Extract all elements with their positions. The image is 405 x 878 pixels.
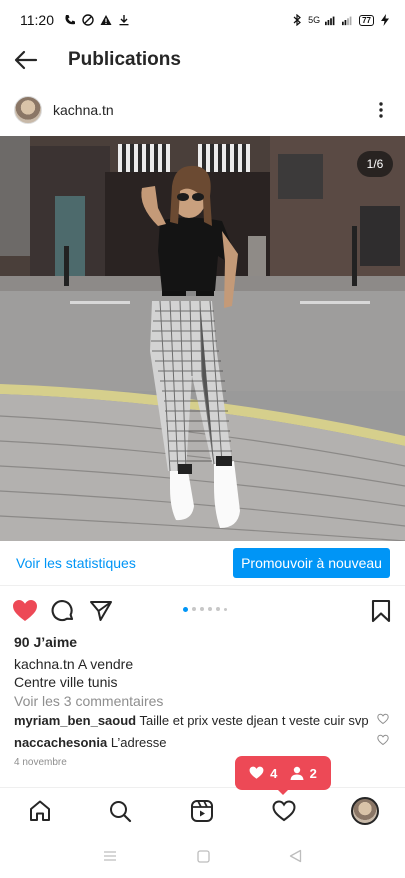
arrow-left-icon	[14, 50, 38, 70]
app-header: Publications	[0, 40, 405, 80]
action-bar	[0, 592, 405, 628]
phone-icon	[64, 14, 76, 26]
save-button[interactable]	[368, 598, 394, 624]
likes-notification-count: 4	[270, 765, 278, 781]
network-label: 5G	[308, 15, 321, 25]
carousel-dot	[183, 606, 188, 612]
square-icon	[196, 849, 210, 863]
view-comments-link[interactable]: Voir les 3 commentaires	[14, 693, 163, 709]
heart-filled-icon	[13, 600, 37, 621]
carousel-dot	[224, 607, 227, 611]
charging-icon	[379, 14, 391, 26]
carousel-dot	[216, 607, 220, 611]
avatar	[351, 797, 379, 825]
status-bar: 11:20 5G 77	[0, 0, 405, 40]
image-counter: 1/6	[357, 151, 393, 177]
view-insights-link[interactable]: Voir les statistiques	[16, 555, 136, 571]
speech-bubble-icon	[51, 600, 74, 622]
avatar[interactable]	[14, 96, 42, 124]
caption-text-line2: Centre ville tunis	[14, 674, 118, 690]
status-right: 5G 77	[291, 14, 391, 26]
search-icon	[110, 801, 132, 823]
back-system-button[interactable]	[287, 848, 303, 864]
signal-icon	[325, 14, 337, 26]
heart-outline-icon[interactable]	[377, 734, 389, 746]
bookmark-icon	[371, 599, 391, 623]
reels-icon	[191, 800, 213, 822]
post-photo[interactable]: 1/6	[0, 136, 405, 541]
person-icon	[290, 766, 304, 780]
comment-text: Taille et prix veste djean t veste cuir …	[139, 713, 369, 728]
comment-text: L’adresse	[110, 735, 167, 750]
comment-row: naccachesonia L’adresse	[14, 735, 369, 750]
post-header: kachna.tn	[0, 90, 405, 130]
back-button[interactable]	[0, 40, 52, 80]
status-left: 11:20	[20, 12, 130, 28]
system-navigation-bar	[0, 836, 405, 878]
status-time: 11:20	[20, 12, 54, 28]
heart-outline-icon	[272, 800, 296, 822]
comment-row: myriam_ben_saoud Taille et prix veste dj…	[14, 713, 369, 728]
signal-2-icon	[342, 14, 354, 26]
comment-username[interactable]: myriam_ben_saoud	[14, 713, 136, 728]
home-system-button[interactable]	[195, 848, 211, 864]
more-options-button[interactable]	[371, 100, 391, 120]
carousel-dots	[183, 606, 227, 612]
carousel-dot	[192, 607, 196, 611]
home-icon	[30, 800, 50, 821]
share-button[interactable]	[88, 598, 114, 624]
promote-again-button[interactable]: Promouvoir à nouveau	[233, 548, 390, 578]
vertical-ellipsis-icon	[379, 102, 383, 118]
nav-search[interactable]	[107, 798, 133, 824]
carousel-dot	[200, 607, 204, 611]
caption-username[interactable]: kachna.tn	[14, 656, 75, 672]
post-username[interactable]: kachna.tn	[53, 102, 114, 118]
followers-notification-count: 2	[309, 765, 317, 781]
heart-filled-icon	[249, 766, 264, 779]
bottom-navigation	[0, 787, 405, 832]
page-title: Publications	[68, 49, 181, 70]
post-caption: kachna.tn A vendre Centre ville tunis	[14, 655, 374, 691]
comment-button[interactable]	[50, 598, 76, 624]
insights-row: Voir les statistiques Promouvoir à nouve…	[0, 541, 405, 586]
likes-count[interactable]: 90 J’aime	[14, 634, 77, 650]
street-photo-illustration	[0, 136, 405, 541]
nav-home[interactable]	[27, 798, 53, 824]
no-disturb-icon	[82, 14, 94, 26]
comment-username[interactable]: naccachesonia	[14, 735, 107, 750]
followers-notification: 2	[290, 766, 317, 781]
nav-profile[interactable]	[350, 796, 380, 826]
nav-activity[interactable]	[271, 798, 297, 824]
warning-icon	[100, 14, 112, 26]
notification-tail	[277, 789, 289, 795]
recents-button[interactable]	[102, 848, 118, 864]
like-button[interactable]	[12, 598, 38, 624]
heart-outline-icon[interactable]	[377, 713, 389, 725]
bluetooth-icon	[291, 14, 303, 26]
nav-reels[interactable]	[189, 798, 215, 824]
carousel-dot	[208, 607, 212, 611]
menu-lines-icon	[104, 851, 116, 861]
download-icon	[118, 14, 130, 26]
triangle-back-icon	[289, 849, 301, 863]
activity-notification-bubble[interactable]: 4 2	[235, 756, 331, 790]
paper-plane-icon	[90, 601, 112, 621]
likes-notification: 4	[249, 766, 277, 781]
post-date: 4 novembre	[14, 757, 67, 768]
caption-text: A vendre	[77, 656, 134, 672]
battery-indicator: 77	[359, 14, 374, 26]
